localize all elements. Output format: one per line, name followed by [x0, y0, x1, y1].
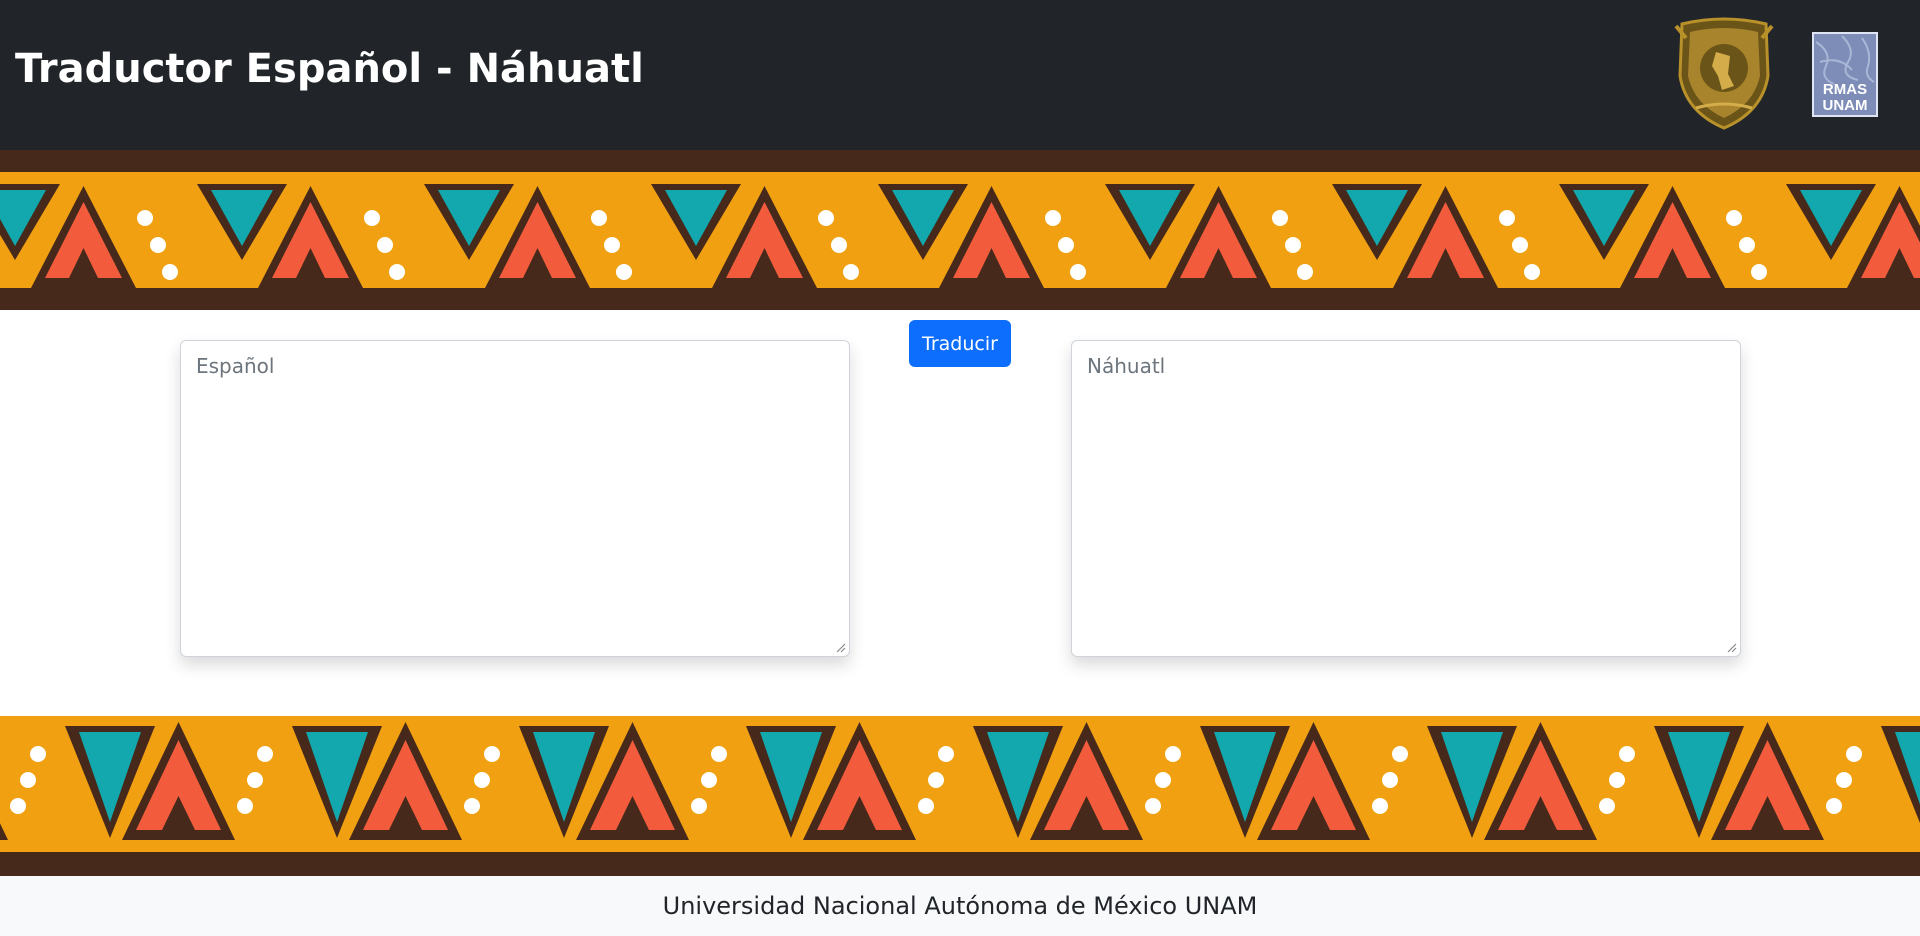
spanish-textarea-container [180, 340, 850, 657]
nahuatl-output[interactable] [1072, 341, 1740, 656]
footer: Universidad Nacional Autónoma de México … [0, 876, 1920, 936]
nahuatl-textarea-container [1071, 340, 1741, 657]
unam-shield-logo [1674, 17, 1774, 130]
translate-button[interactable]: Traducir [909, 320, 1011, 367]
ermas-logo-text-top: RMAS [1823, 81, 1867, 98]
ermas-unam-logo: RMAS UNAM [1812, 32, 1878, 117]
resize-grip-icon[interactable] [1725, 641, 1737, 653]
navbar: Traductor Español - Náhuatl RMAS UNAM [0, 0, 1920, 150]
decorative-band-top [0, 150, 1920, 310]
ermas-logo-text-bottom: UNAM [1823, 97, 1868, 114]
resize-grip-icon[interactable] [834, 641, 846, 653]
decorative-band-bottom [0, 716, 1920, 876]
page-title: Traductor Español - Náhuatl [15, 46, 644, 92]
spanish-input[interactable] [181, 341, 849, 656]
footer-text: Universidad Nacional Autónoma de México … [662, 892, 1258, 920]
